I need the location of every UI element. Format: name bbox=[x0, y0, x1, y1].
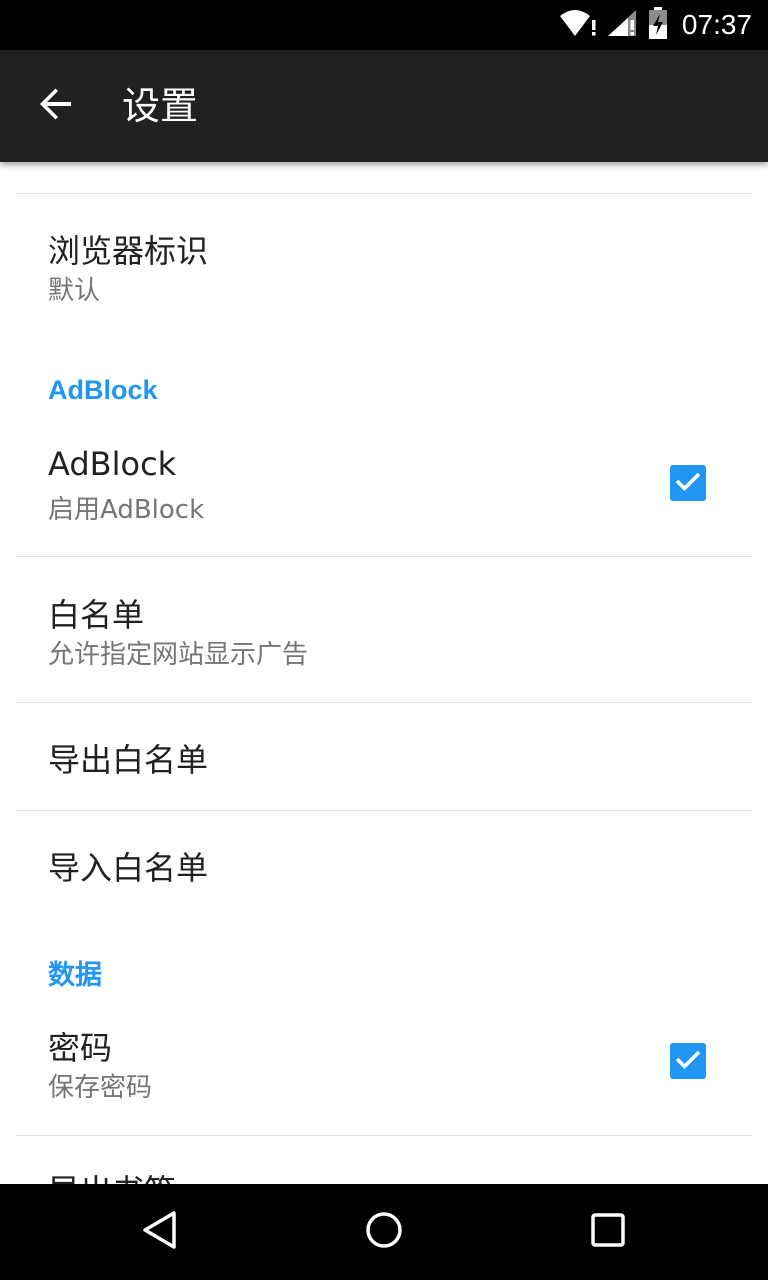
wifi-alert-icon bbox=[558, 8, 598, 42]
settings-screen: 07:37 设置 浏览器标识 默认 AdBlock AdBlock 启用AdBl… bbox=[0, 0, 768, 1280]
password-checkbox[interactable] bbox=[670, 1043, 706, 1079]
back-button[interactable] bbox=[20, 74, 92, 138]
pref-whitelist-summary: 允许指定网站显示广告 bbox=[48, 640, 309, 670]
category-data: 数据 bbox=[48, 960, 102, 990]
arrow-back-icon bbox=[38, 86, 74, 126]
home-circle-icon bbox=[364, 1210, 404, 1254]
page-title: 设置 bbox=[122, 84, 199, 128]
status-time: 07:37 bbox=[681, 9, 752, 40]
back-triangle-icon bbox=[140, 1209, 180, 1255]
category-adblock: AdBlock bbox=[48, 375, 158, 405]
pref-export-bookmarks-title: 导出书签 bbox=[48, 1166, 176, 1184]
status-bar: 07:37 bbox=[0, 0, 768, 50]
adblock-checkbox[interactable] bbox=[670, 465, 706, 501]
settings-list: 浏览器标识 默认 AdBlock AdBlock 启用AdBlock 白名单 允… bbox=[0, 162, 768, 1184]
battery-charging-icon bbox=[648, 7, 668, 43]
nav-recents-button[interactable] bbox=[576, 1204, 640, 1260]
signal-alert-icon bbox=[606, 8, 640, 42]
navigation-bar bbox=[0, 1184, 768, 1280]
pref-whitelist-title: 白名单 bbox=[48, 596, 145, 634]
recents-square-icon bbox=[590, 1212, 626, 1252]
checkmark-icon bbox=[674, 1045, 702, 1077]
pref-import-whitelist-title: 导入白名单 bbox=[48, 849, 209, 887]
toolbar: 设置 bbox=[0, 50, 768, 162]
pref-export-whitelist-title: 导出白名单 bbox=[48, 741, 209, 779]
status-icons: 07:37 bbox=[558, 0, 752, 50]
pref-password-title: 密码 bbox=[48, 1029, 113, 1067]
pref-user-agent-title: 浏览器标识 bbox=[48, 232, 209, 270]
nav-home-button[interactable] bbox=[352, 1204, 416, 1260]
checkmark-icon bbox=[674, 467, 702, 499]
nav-back-button[interactable] bbox=[128, 1204, 192, 1260]
pref-adblock-title: AdBlock bbox=[48, 445, 177, 483]
pref-password-summary: 保存密码 bbox=[48, 1073, 153, 1103]
pref-user-agent-summary: 默认 bbox=[48, 276, 101, 306]
pref-adblock-summary: 启用AdBlock bbox=[48, 495, 205, 525]
